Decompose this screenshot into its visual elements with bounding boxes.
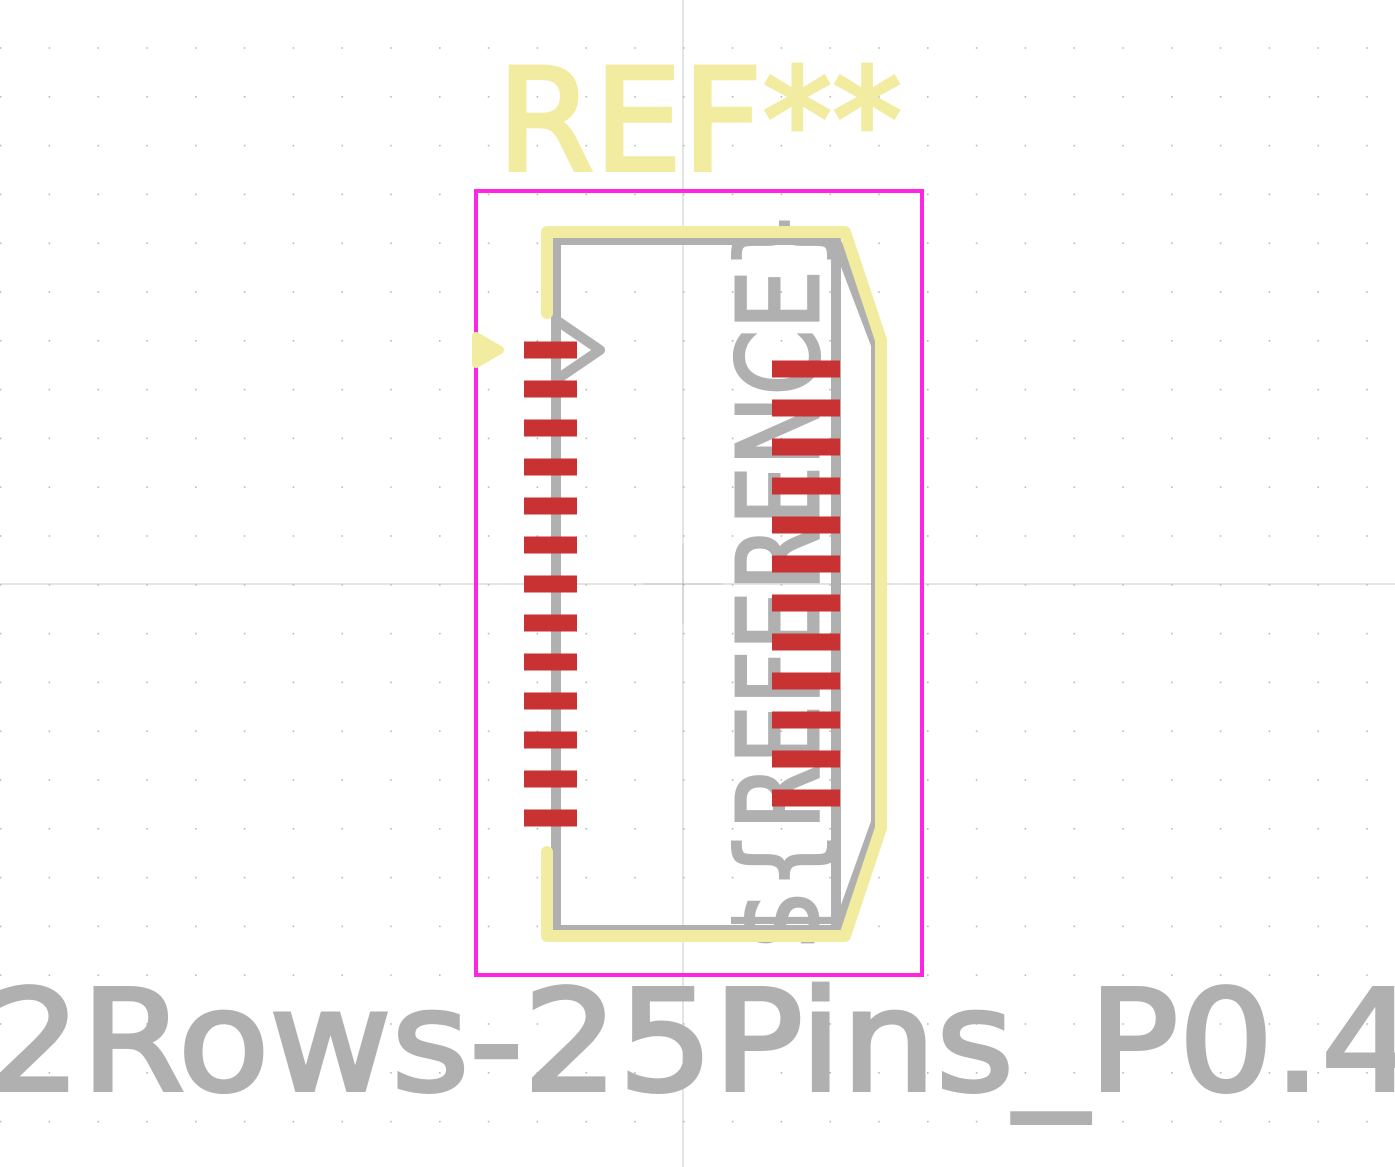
pad-right-4[interactable] [772, 477, 840, 495]
pad-right-1[interactable] [772, 360, 840, 378]
pad-left-2[interactable] [524, 380, 577, 398]
pad-left-10[interactable] [524, 692, 577, 710]
pad-left-3[interactable] [524, 419, 577, 437]
pad-right-2[interactable] [772, 399, 840, 417]
reference-label[interactable]: REF** [495, 37, 904, 206]
pad-left-12[interactable] [524, 770, 577, 788]
pad-right-10[interactable] [772, 711, 840, 729]
pad-left-9[interactable] [524, 653, 577, 671]
pad-left-7[interactable] [524, 575, 577, 593]
pcb-view: REF** ${REFERENCE} 2Rows-25Pins_P0.4 [0, 0, 1395, 1167]
pad-left-8[interactable] [524, 614, 577, 632]
pad-right-11[interactable] [772, 750, 840, 768]
pad-left-11[interactable] [524, 731, 577, 749]
pad-right-5[interactable] [772, 516, 840, 534]
pad-left-4[interactable] [524, 458, 577, 476]
value-label[interactable]: 2Rows-25Pins_P0.4 [0, 959, 1395, 1126]
pad-right-9[interactable] [772, 672, 840, 690]
fab-reference-label[interactable]: ${REFERENCE} [714, 209, 847, 952]
pad-left-1[interactable] [524, 341, 577, 359]
pad-right-8[interactable] [772, 633, 840, 651]
pad-right-3[interactable] [772, 438, 840, 456]
pad-left-13[interactable] [524, 809, 577, 827]
pad-left-6[interactable] [524, 536, 577, 554]
footprint-canvas[interactable]: REF** ${REFERENCE} 2Rows-25Pins_P0.4 [0, 0, 1395, 1167]
pad-left-5[interactable] [524, 497, 577, 515]
pad-right-6[interactable] [772, 555, 840, 573]
pad-right-12[interactable] [772, 789, 840, 807]
pad-right-7[interactable] [772, 594, 840, 612]
